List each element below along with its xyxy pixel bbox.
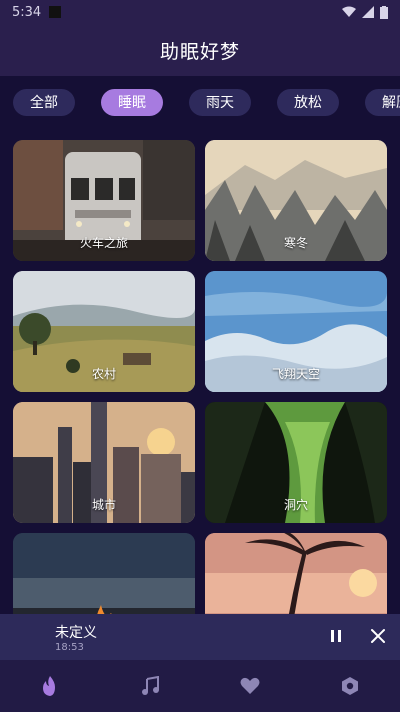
tab-relax[interactable]: 放松 <box>277 88 339 116</box>
battery-icon <box>380 5 388 19</box>
heart-icon <box>240 677 260 694</box>
player-time: 18:53 <box>55 642 84 653</box>
nav-item-music[interactable] <box>130 666 170 706</box>
bottom-nav <box>0 660 400 712</box>
card-label: 火车之旅 <box>79 236 128 250</box>
card-cave[interactable]: 洞穴 <box>205 402 387 523</box>
sound-grid: 火车之旅 寒冬 农村 飞翔天空 城市 洞穴 <box>13 140 387 654</box>
pause-icon[interactable] <box>328 628 344 644</box>
mini-player[interactable]: 未定义 18:53 <box>0 614 400 660</box>
notification-icon <box>49 6 62 18</box>
nav-item-sleep[interactable] <box>30 666 70 706</box>
tab-destress[interactable]: 解压 <box>365 88 400 116</box>
close-icon[interactable] <box>370 628 386 644</box>
nav-item-favorites[interactable] <box>230 666 270 706</box>
tab-all[interactable]: 全部 <box>13 88 75 116</box>
music-icon <box>142 676 159 695</box>
settings-icon <box>342 677 358 695</box>
card-label: 洞穴 <box>283 498 308 512</box>
card-village[interactable]: 农村 <box>13 271 195 392</box>
status-time: 5:34 <box>12 4 42 20</box>
card-label: 寒冬 <box>283 236 308 250</box>
flame-icon <box>43 676 55 696</box>
card-label: 农村 <box>91 367 116 381</box>
page-title: 助眠好梦 <box>159 40 240 63</box>
card-winter[interactable]: 寒冬 <box>205 140 387 261</box>
wifi-icon <box>342 6 356 17</box>
card-city[interactable]: 城市 <box>13 402 195 523</box>
player-title: 未定义 <box>55 625 97 641</box>
card-flying-sky[interactable]: 飞翔天空 <box>205 271 387 392</box>
tab-rain[interactable]: 雨天 <box>189 88 251 116</box>
category-tabs: 全部 睡眠 雨天 放松 解压 <box>0 76 400 128</box>
nav-item-settings[interactable] <box>330 666 370 706</box>
status-bar: 5:34 <box>0 0 400 24</box>
card-train-journey[interactable]: 火车之旅 <box>13 140 195 261</box>
signal-icon <box>362 6 374 18</box>
tab-sleep[interactable]: 睡眠 <box>101 88 163 116</box>
card-label: 飞翔天空 <box>271 367 320 381</box>
app-header: 助眠好梦 <box>0 24 400 76</box>
card-label: 城市 <box>91 498 116 512</box>
